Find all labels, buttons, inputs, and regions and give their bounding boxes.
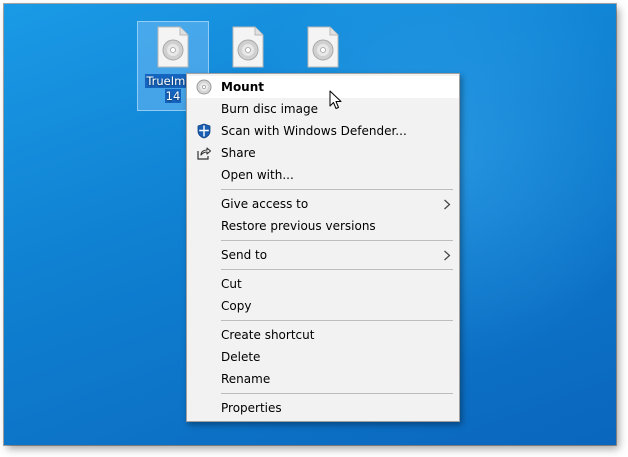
share-icon	[197, 147, 212, 160]
menu-item-label: Delete	[221, 350, 261, 364]
menu-separator	[221, 240, 453, 241]
mouse-cursor-icon	[329, 90, 342, 109]
menu-separator	[221, 320, 453, 321]
menu-item-scan-defender[interactable]: Scan with Windows Defender...	[187, 120, 459, 142]
disc-icon	[196, 79, 212, 95]
menu-item-delete[interactable]: Delete	[187, 346, 459, 368]
menu-item-label: Cut	[221, 277, 242, 291]
chevron-right-icon	[444, 199, 451, 210]
disc-image-file-icon	[307, 26, 339, 68]
menu-item-label: Send to	[221, 248, 268, 262]
desktop[interactable]: TrueImag 14 Mount Burn disc image Scan w…	[4, 4, 616, 445]
menu-separator	[221, 393, 453, 394]
menu-item-label: Restore previous versions	[221, 219, 376, 233]
menu-item-label: Create shortcut	[221, 328, 315, 342]
menu-item-send-to[interactable]: Send to	[187, 244, 459, 266]
menu-item-mount[interactable]: Mount	[187, 76, 459, 98]
menu-item-create-shortcut[interactable]: Create shortcut	[187, 324, 459, 346]
menu-item-give-access-to[interactable]: Give access to	[187, 193, 459, 215]
menu-item-burn-disc-image[interactable]: Burn disc image	[187, 98, 459, 120]
menu-item-label: Open with...	[221, 168, 294, 182]
windows-defender-shield-icon	[197, 123, 211, 139]
disc-image-file-icon	[232, 26, 264, 68]
context-menu: Mount Burn disc image Scan with Windows …	[186, 73, 460, 422]
menu-item-restore-previous-versions[interactable]: Restore previous versions	[187, 215, 459, 237]
menu-item-label: Share	[221, 146, 256, 160]
menu-item-label: Mount	[221, 80, 265, 94]
chevron-right-icon	[444, 250, 451, 261]
menu-item-label: Scan with Windows Defender...	[221, 124, 407, 138]
menu-item-properties[interactable]: Properties	[187, 397, 459, 419]
menu-item-rename[interactable]: Rename	[187, 368, 459, 390]
menu-item-share[interactable]: Share	[187, 142, 459, 164]
menu-separator	[221, 189, 453, 190]
disc-image-file-icon	[157, 26, 189, 68]
menu-item-label: Burn disc image	[221, 102, 318, 116]
menu-item-cut[interactable]: Cut	[187, 273, 459, 295]
menu-item-copy[interactable]: Copy	[187, 295, 459, 317]
menu-item-label: Properties	[221, 401, 282, 415]
menu-separator	[221, 269, 453, 270]
menu-item-label: Rename	[221, 372, 271, 386]
menu-item-label: Copy	[221, 299, 252, 313]
menu-item-open-with[interactable]: Open with...	[187, 164, 459, 186]
menu-item-label: Give access to	[221, 197, 309, 211]
